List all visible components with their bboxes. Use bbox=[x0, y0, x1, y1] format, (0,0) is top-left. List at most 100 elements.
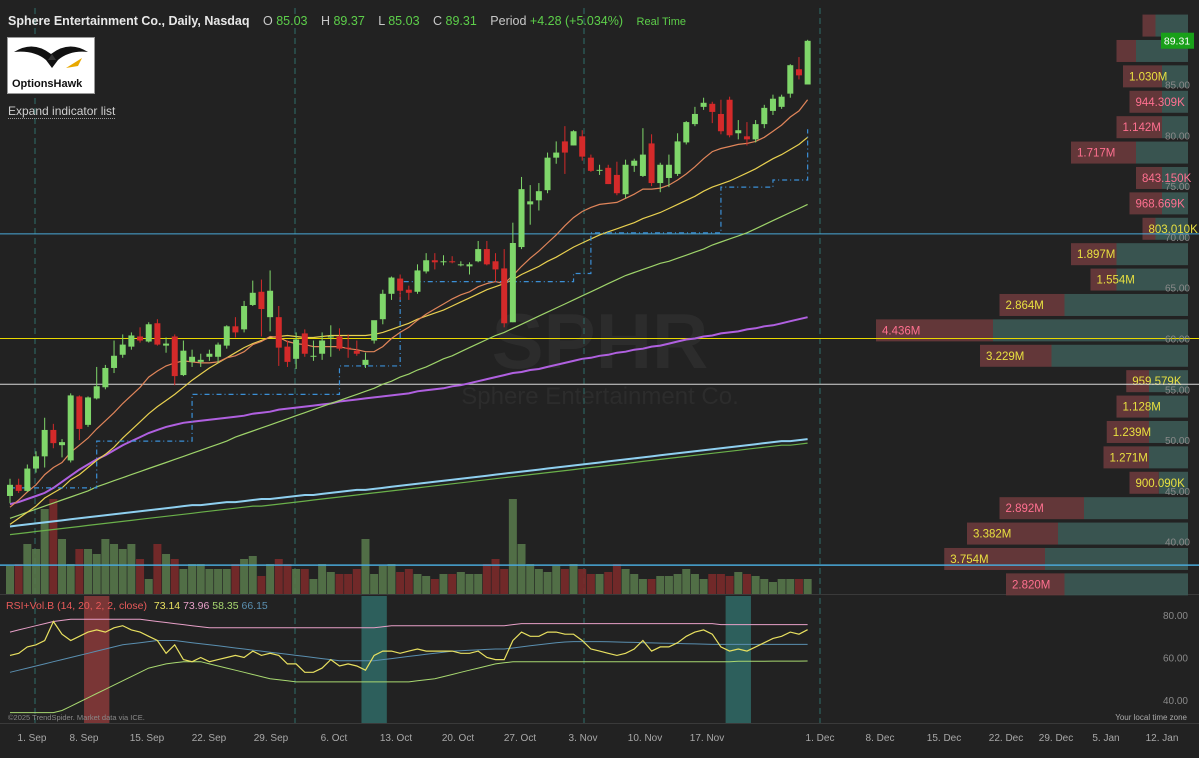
candle-body bbox=[163, 343, 170, 346]
timezone-label[interactable]: Your local time zone bbox=[1115, 713, 1187, 722]
volume-bar bbox=[794, 579, 803, 594]
rsi-shade bbox=[84, 596, 110, 723]
volume-bar bbox=[456, 572, 465, 594]
volume-bar bbox=[682, 569, 691, 594]
candle-body bbox=[804, 40, 811, 85]
candle-body bbox=[397, 278, 404, 291]
candle-body bbox=[154, 323, 161, 345]
volume-bar bbox=[49, 499, 58, 594]
candle-body bbox=[648, 143, 655, 184]
candle-body bbox=[275, 317, 282, 348]
candle-body bbox=[466, 264, 473, 267]
open-label: O bbox=[262, 14, 273, 28]
volume-profile-up-bar bbox=[1045, 547, 1188, 570]
candle-body bbox=[527, 201, 534, 205]
candle-body bbox=[501, 268, 508, 324]
volume-bar bbox=[361, 539, 370, 594]
volume-bar bbox=[716, 574, 725, 594]
chart-title: Sphere Entertainment Co., Daily, Nasdaq bbox=[8, 14, 250, 28]
candle-body bbox=[379, 293, 386, 320]
volume-bar bbox=[326, 572, 335, 594]
candle-body bbox=[93, 386, 100, 399]
date-axis-tick: 8. Sep bbox=[70, 733, 99, 744]
volume-bar bbox=[404, 569, 413, 594]
rsi-shade bbox=[725, 596, 751, 723]
candle-body bbox=[388, 277, 395, 294]
date-axis-tick: 29. Dec bbox=[1039, 733, 1073, 744]
expand-indicator-list-link[interactable]: Expand indicator list bbox=[8, 104, 116, 119]
volume-bar bbox=[170, 559, 179, 594]
candle-body bbox=[631, 160, 638, 166]
period-change: +4.28 (+5.034%) bbox=[529, 14, 624, 28]
date-axis-tick: 1. Sep bbox=[18, 733, 47, 744]
candle-body bbox=[137, 336, 144, 341]
candle-body bbox=[570, 131, 577, 146]
chart-canvas[interactable]: SPHRSphere Entertainment Co.1.030M944.30… bbox=[0, 0, 1199, 758]
volume-profile-down-bar bbox=[1116, 39, 1136, 62]
volume-bar bbox=[6, 566, 14, 594]
candle-body bbox=[622, 164, 629, 195]
candle-body bbox=[171, 336, 178, 377]
volume-bar bbox=[214, 569, 223, 594]
volume-bar bbox=[777, 579, 786, 594]
candle-body bbox=[605, 167, 612, 185]
volume-bar bbox=[75, 549, 84, 594]
candle-body bbox=[206, 353, 213, 357]
volume-bar bbox=[274, 559, 283, 594]
volume-bar bbox=[656, 576, 665, 594]
volume-bar bbox=[153, 544, 162, 594]
date-axis-tick: 22. Sep bbox=[192, 733, 227, 744]
volume-bar bbox=[14, 564, 23, 594]
volume-bar bbox=[422, 576, 431, 594]
volume-bar bbox=[240, 559, 249, 594]
volume-bar bbox=[127, 544, 136, 594]
volume-bar bbox=[552, 566, 561, 594]
candle-body bbox=[41, 429, 48, 457]
candle-body bbox=[232, 326, 239, 333]
rsi-value-3: 58.35 bbox=[212, 600, 239, 612]
volume-bar bbox=[560, 569, 569, 594]
volume-profile-label: 1.554M bbox=[1097, 275, 1135, 287]
date-axis-tick: 5. Jan bbox=[1092, 733, 1119, 744]
volume-bar bbox=[742, 574, 751, 594]
candle-body bbox=[59, 442, 66, 446]
volume-bar bbox=[491, 559, 500, 594]
price-axis-tick: 55.00 bbox=[1165, 385, 1190, 396]
price-axis-tick: 75.00 bbox=[1165, 182, 1190, 193]
volume-bar bbox=[23, 544, 32, 594]
volume-profile-label: 4.436M bbox=[882, 325, 920, 337]
candle-body bbox=[33, 456, 40, 469]
candle-body bbox=[475, 249, 482, 262]
candle-body bbox=[241, 305, 248, 330]
volume-bar bbox=[569, 564, 578, 594]
candle-body bbox=[293, 339, 300, 359]
open-value: 85.03 bbox=[276, 14, 308, 28]
volume-bar bbox=[448, 574, 457, 594]
price-axis-tick: 40.00 bbox=[1165, 538, 1190, 549]
realtime-label: Real Time bbox=[636, 16, 687, 28]
volume-profile-label: 2.892M bbox=[1006, 503, 1044, 515]
volume-profile-up-bar bbox=[1051, 344, 1188, 367]
date-axis-tick: 15. Sep bbox=[130, 733, 165, 744]
low-value: 85.03 bbox=[388, 14, 420, 28]
volume-bar bbox=[32, 549, 41, 594]
volume-bar bbox=[699, 579, 708, 594]
candle-body bbox=[301, 333, 308, 354]
volume-bar bbox=[283, 564, 292, 594]
volume-bar bbox=[578, 569, 587, 594]
candle-body bbox=[249, 292, 256, 305]
volume-bar bbox=[92, 554, 101, 594]
high-label: H bbox=[320, 14, 330, 28]
candle-body bbox=[197, 359, 204, 362]
volume-profile-label: 1.717M bbox=[1077, 148, 1115, 160]
volume-profile-label: 3.382M bbox=[973, 529, 1011, 541]
high-value: 89.37 bbox=[333, 14, 365, 28]
volume-bar bbox=[101, 539, 110, 594]
candle-body bbox=[215, 344, 222, 357]
date-axis-tick: 13. Oct bbox=[380, 733, 412, 744]
candle-body bbox=[310, 355, 317, 357]
price-axis-tick: 50.00 bbox=[1165, 436, 1190, 447]
candle-body bbox=[258, 291, 265, 310]
volume-bar bbox=[144, 579, 153, 594]
volume-bar bbox=[136, 559, 145, 594]
